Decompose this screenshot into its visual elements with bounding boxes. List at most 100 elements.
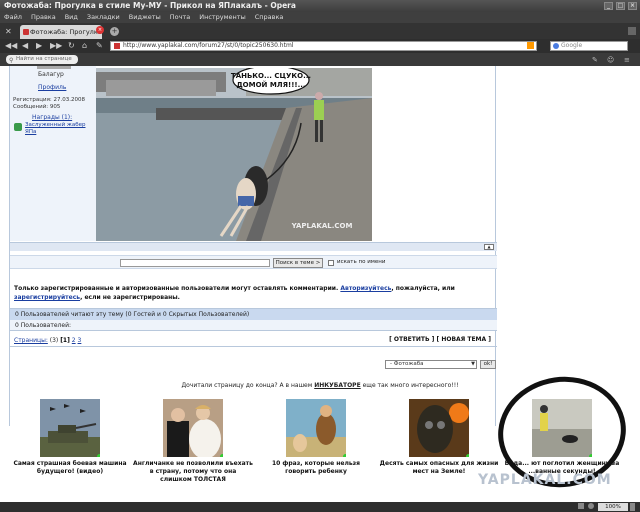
tools-icon[interactable]: ✕ [5,27,12,36]
thumb-item[interactable]: Самая страшная боевая машина будущего! (… [10,399,130,476]
page-3-link[interactable]: 3 [78,337,82,344]
search-by-name-label: искать по имени [337,259,386,265]
address-bar[interactable]: http://www.yaplakal.com/forum27/st/0/top… [110,41,537,51]
find-placeholder: Найти на странице [16,56,72,62]
author-panel: Балагур Профиль Регистрация: 27.03.2008 … [10,66,96,241]
post-photo: ТАНЬКО... СЦУКО... ДОМОЙ МЛЯ!!!... YAPLA… [96,68,372,241]
topic-search-button[interactable]: Поиск в теме > [273,258,323,268]
current-page: [1] [60,337,70,344]
site-watermark: YAPLAKAL.COM [478,472,612,488]
new-tab-icon[interactable]: + [110,27,119,36]
incubator-link[interactable]: ИНКУБАТОРЕ [314,382,360,389]
google-icon [553,43,559,49]
notice-middle: , пожалуйста, или [391,285,455,292]
thumb-item[interactable]: 10 фраз, которые нельзя говорить ребенку [256,399,376,476]
home-icon[interactable]: ⌂ [82,41,87,51]
awards-link[interactable]: Награды (1): [32,114,72,121]
award-title-link[interactable]: Заслуженный жабер ЯПа [25,122,93,136]
pagination: Страницы: (3) [1] 2 3 [14,337,81,344]
search-placeholder: Google [561,42,583,49]
thumb-cartoon-graphic [286,399,346,457]
register-link[interactable]: зарегистрируйтесь [14,294,80,301]
window-title: Фотожаба: Прогулка в стиле Му-МУ - Прико… [4,1,296,10]
login-link[interactable]: Авторизуйтесь [340,285,391,292]
thumb-image[interactable] [40,399,100,457]
notice-prefix: Только зарегистрированные и авторизованн… [14,285,339,292]
post-photo-graphic: ТАНЬКО... СЦУКО... ДОМОЙ МЛЯ!!!... YAPLA… [96,68,372,241]
thumb-image[interactable] [286,399,346,457]
zoom-slider-icon[interactable] [630,503,635,511]
photo-watermark: YAPLAKAL.COM [291,222,353,230]
search-field[interactable]: Google [550,41,628,51]
topic-search-input[interactable] [120,259,270,267]
divider [10,346,497,347]
post-footer-bar: ▲ [10,242,497,251]
speech-bubble-line2: ДОМОЙ МЛЯ!!!... [236,80,305,89]
thumb-couple-graphic [163,399,223,457]
avatar [37,66,71,69]
registration-date: Регистрация: 27.03.2008 [13,97,85,103]
pages-label[interactable]: Страницы: [14,337,48,344]
find-search-icon: ⚲ [9,57,14,64]
reply-button[interactable]: [ ОТВЕТИТЬ ] [389,336,434,343]
view-icon[interactable] [578,503,584,509]
window-controls: _ □ × [604,2,637,10]
menu-item-bookmarks[interactable]: Закладки [87,12,120,23]
wand-tool-icon[interactable]: ✎ [592,56,598,64]
award-icon [14,123,22,131]
thumb-image[interactable] [163,399,223,457]
topic-readers: 0 Пользователей читают эту тему (0 Госте… [10,308,497,320]
tab-menu-icon[interactable] [628,27,636,35]
menu-item-widgets[interactable]: Виджеты [129,12,161,23]
menu-item-tools[interactable]: Инструменты [199,12,246,23]
zoom-level[interactable]: 100% [598,503,628,511]
tab-active[interactable]: Фотожаба: Прогулка в... [20,25,102,39]
back-icon[interactable]: ◀ [22,41,28,51]
close-window-button[interactable]: × [628,2,637,10]
online-dot-icon [220,454,223,457]
back-fast-icon[interactable]: ◀◀ [5,41,17,51]
forum-jump-go-button[interactable]: ok! [480,360,496,369]
menu-icon[interactable]: ≡ [624,56,630,64]
wand-icon[interactable]: ✎ [96,41,103,51]
new-topic-button[interactable]: [ НОВАЯ ТЕМА ] [436,336,491,343]
menu-item-mail[interactable]: Почта [170,12,190,23]
invite-prefix: Дочитали страницу до конца? А в нашем [181,382,313,389]
find-input[interactable]: ⚲ Найти на странице [6,55,78,64]
thumb-tank-graphic [40,399,100,457]
thumb-item[interactable]: Десять самых опасных для жизни мест на З… [379,399,499,476]
topic-actions: [ ОТВЕТИТЬ ] [ НОВАЯ ТЕМА ] [389,336,491,343]
thumb-caption[interactable]: Самая страшная боевая машина будущего! (… [10,460,130,476]
scroll-up-icon[interactable]: ▲ [484,244,494,250]
profile-link[interactable]: Профиль [38,84,66,91]
menu-item-view[interactable]: Вид [65,12,78,23]
minimize-button[interactable]: _ [604,2,613,10]
window-title-bar: Фотожаба: Прогулка в стиле Му-МУ - Прико… [0,0,640,12]
menu-item-file[interactable]: Файл [4,12,22,23]
maximize-button[interactable]: □ [616,2,625,10]
pages-count: (3) [49,337,59,344]
thumb-caption[interactable]: Англичанке не позволили въехать в страну… [133,460,253,484]
search-by-name-checkbox[interactable] [328,260,334,266]
menu-item-edit[interactable]: Правка [31,12,56,23]
rss-icon[interactable] [527,42,534,49]
online-dot-icon [343,454,346,457]
thumb-gasmask-graphic [409,399,469,457]
menu-item-help[interactable]: Справка [255,12,284,23]
zoom-icon[interactable] [588,503,594,509]
thumb-item[interactable]: Англичанке не позволили въехать в страну… [133,399,253,484]
chevron-down-icon: ▼ [471,361,475,367]
thumb-image[interactable] [409,399,469,457]
page-2-link[interactable]: 2 [72,337,76,344]
site-favicon-icon [114,43,120,49]
thumb-caption[interactable]: 10 фраз, которые нельзя говорить ребенку [256,460,376,476]
forum-jump-select[interactable]: - Фотожаба ▼ [385,360,477,369]
fast-forward-icon[interactable]: ▶▶ [50,41,62,51]
site-favicon-icon [23,29,29,35]
forward-icon[interactable]: ▶ [36,41,42,51]
user-icon[interactable]: ☺ [607,56,614,64]
status-bar: 100% [0,502,640,512]
tab-bar: ✕ Фотожаба: Прогулка в... × + [0,23,640,39]
reload-icon[interactable]: ↻ [68,41,75,51]
close-tab-icon[interactable]: × [96,26,104,34]
